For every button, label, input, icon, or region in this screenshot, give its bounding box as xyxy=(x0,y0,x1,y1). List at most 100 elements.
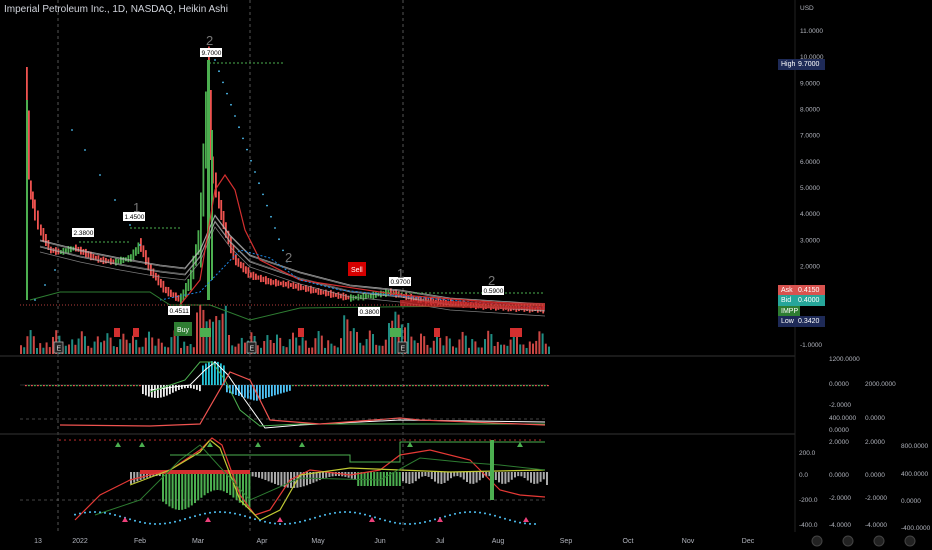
volume-bar xyxy=(144,337,147,354)
candle xyxy=(215,172,217,198)
x-tick-label: 13 xyxy=(34,538,42,545)
volume-bar xyxy=(269,339,272,354)
osc-dot xyxy=(179,519,181,522)
macd-histogram-bar xyxy=(322,385,324,387)
sar-dot xyxy=(242,137,244,140)
osc-top-dot xyxy=(439,439,441,441)
osc-dot xyxy=(269,521,271,524)
x-tick-label: May xyxy=(311,538,325,545)
osc-histogram-bar xyxy=(453,472,456,477)
macd-histogram-bar xyxy=(499,385,501,387)
osc-top-dot xyxy=(149,439,151,441)
volume-bar xyxy=(26,336,29,354)
macd-histogram-bar xyxy=(208,361,210,385)
osc-histogram-bar xyxy=(254,472,257,477)
macd-histogram-bar xyxy=(451,385,453,387)
volume-bar xyxy=(484,339,486,354)
osc-top-dot xyxy=(359,439,361,441)
volume-bar xyxy=(356,331,358,354)
macd-histogram-bar xyxy=(433,385,435,387)
osc-histogram-bar xyxy=(363,472,366,486)
sar-dot xyxy=(139,244,141,246)
macd-histogram-bar xyxy=(484,385,486,387)
candle xyxy=(202,143,205,217)
volume-bar xyxy=(64,345,67,354)
candle xyxy=(270,278,272,286)
sar-dot xyxy=(274,227,276,229)
macd-histogram-bar xyxy=(316,385,318,387)
osc-dot xyxy=(199,513,201,516)
volume-bar xyxy=(487,330,490,354)
sar-dot xyxy=(129,224,131,226)
osc-dot xyxy=(224,511,226,514)
osc-dot xyxy=(89,511,91,514)
candle xyxy=(30,180,32,200)
price-chart[interactable]: 11.0000 1 0.0000 9.0000 8.0000 7.0000 6.0000 5.… xyxy=(0,0,932,550)
volume-bar xyxy=(20,345,22,354)
candle xyxy=(272,280,275,285)
macd-histogram-bar xyxy=(526,385,528,387)
volume-bar xyxy=(439,337,442,354)
currency-label: USD xyxy=(800,5,814,12)
osc-histogram-bar xyxy=(434,472,436,482)
candle xyxy=(302,286,305,290)
macd-histogram-bar xyxy=(115,385,117,387)
macd-histogram-bar xyxy=(313,385,315,387)
osc-dot xyxy=(274,522,276,525)
macd-histogram-bar xyxy=(67,385,69,387)
osc-top-dot xyxy=(124,439,126,441)
volume-bar xyxy=(525,347,528,354)
osc-dot xyxy=(219,511,221,514)
candle xyxy=(235,254,237,266)
osc-dot xyxy=(334,511,336,514)
macd-histogram-bar xyxy=(529,385,531,387)
volume-bar xyxy=(343,315,346,354)
sar-dot xyxy=(238,126,240,129)
osc-histogram-bar xyxy=(165,472,168,505)
macd-histogram-bar xyxy=(145,385,147,396)
macd-histogram-bar xyxy=(46,385,48,387)
macd-histogram-bar xyxy=(454,385,456,387)
volume-bar xyxy=(311,347,314,354)
osc-dot xyxy=(279,522,281,525)
macd-histogram-bar xyxy=(79,385,81,387)
macd-histogram-bar xyxy=(379,385,381,387)
macd-histogram-bar xyxy=(70,385,72,387)
osc-top-dot xyxy=(329,439,331,441)
volume-bar xyxy=(324,347,326,354)
osc-top-dot xyxy=(259,439,261,441)
osc-top-dot xyxy=(419,439,421,441)
value-label: 2.3800 xyxy=(74,230,94,237)
macd-histogram-bar xyxy=(520,385,522,387)
osc-histogram-bar xyxy=(533,472,536,484)
macd-histogram-bar xyxy=(505,385,507,387)
candle xyxy=(267,278,270,285)
volume-bar xyxy=(132,335,134,354)
osc-histogram-bar xyxy=(446,472,449,481)
osc-top-dot xyxy=(79,439,81,441)
candle xyxy=(307,286,310,292)
macd-histogram-bar xyxy=(43,385,45,387)
osc-top-dot xyxy=(479,439,481,441)
osc-tick-label: 800.0000 xyxy=(901,443,928,450)
macd-histogram-bar xyxy=(124,385,126,387)
macd-histogram-bar xyxy=(385,385,387,387)
volume-bar xyxy=(167,347,170,354)
macd-histogram-bar xyxy=(487,385,489,387)
osc-histogram-bar xyxy=(421,472,424,477)
osc-histogram-bar xyxy=(130,472,132,484)
earnings-marker: E xyxy=(401,346,406,353)
volume-bar xyxy=(119,339,122,354)
macd-histogram-bar xyxy=(352,385,354,387)
osc-histogram-bar xyxy=(270,472,273,483)
osc-dot xyxy=(184,518,186,521)
ma-line xyxy=(39,221,546,312)
candle xyxy=(367,294,370,298)
macd-histogram-bar xyxy=(388,385,390,387)
osc-top-dot xyxy=(519,439,521,441)
volume-bar xyxy=(135,339,138,354)
macd-histogram-bar xyxy=(538,385,540,387)
macd-histogram-bar xyxy=(517,385,519,387)
osc-top-dot xyxy=(459,439,461,441)
volume-bar xyxy=(416,342,419,354)
